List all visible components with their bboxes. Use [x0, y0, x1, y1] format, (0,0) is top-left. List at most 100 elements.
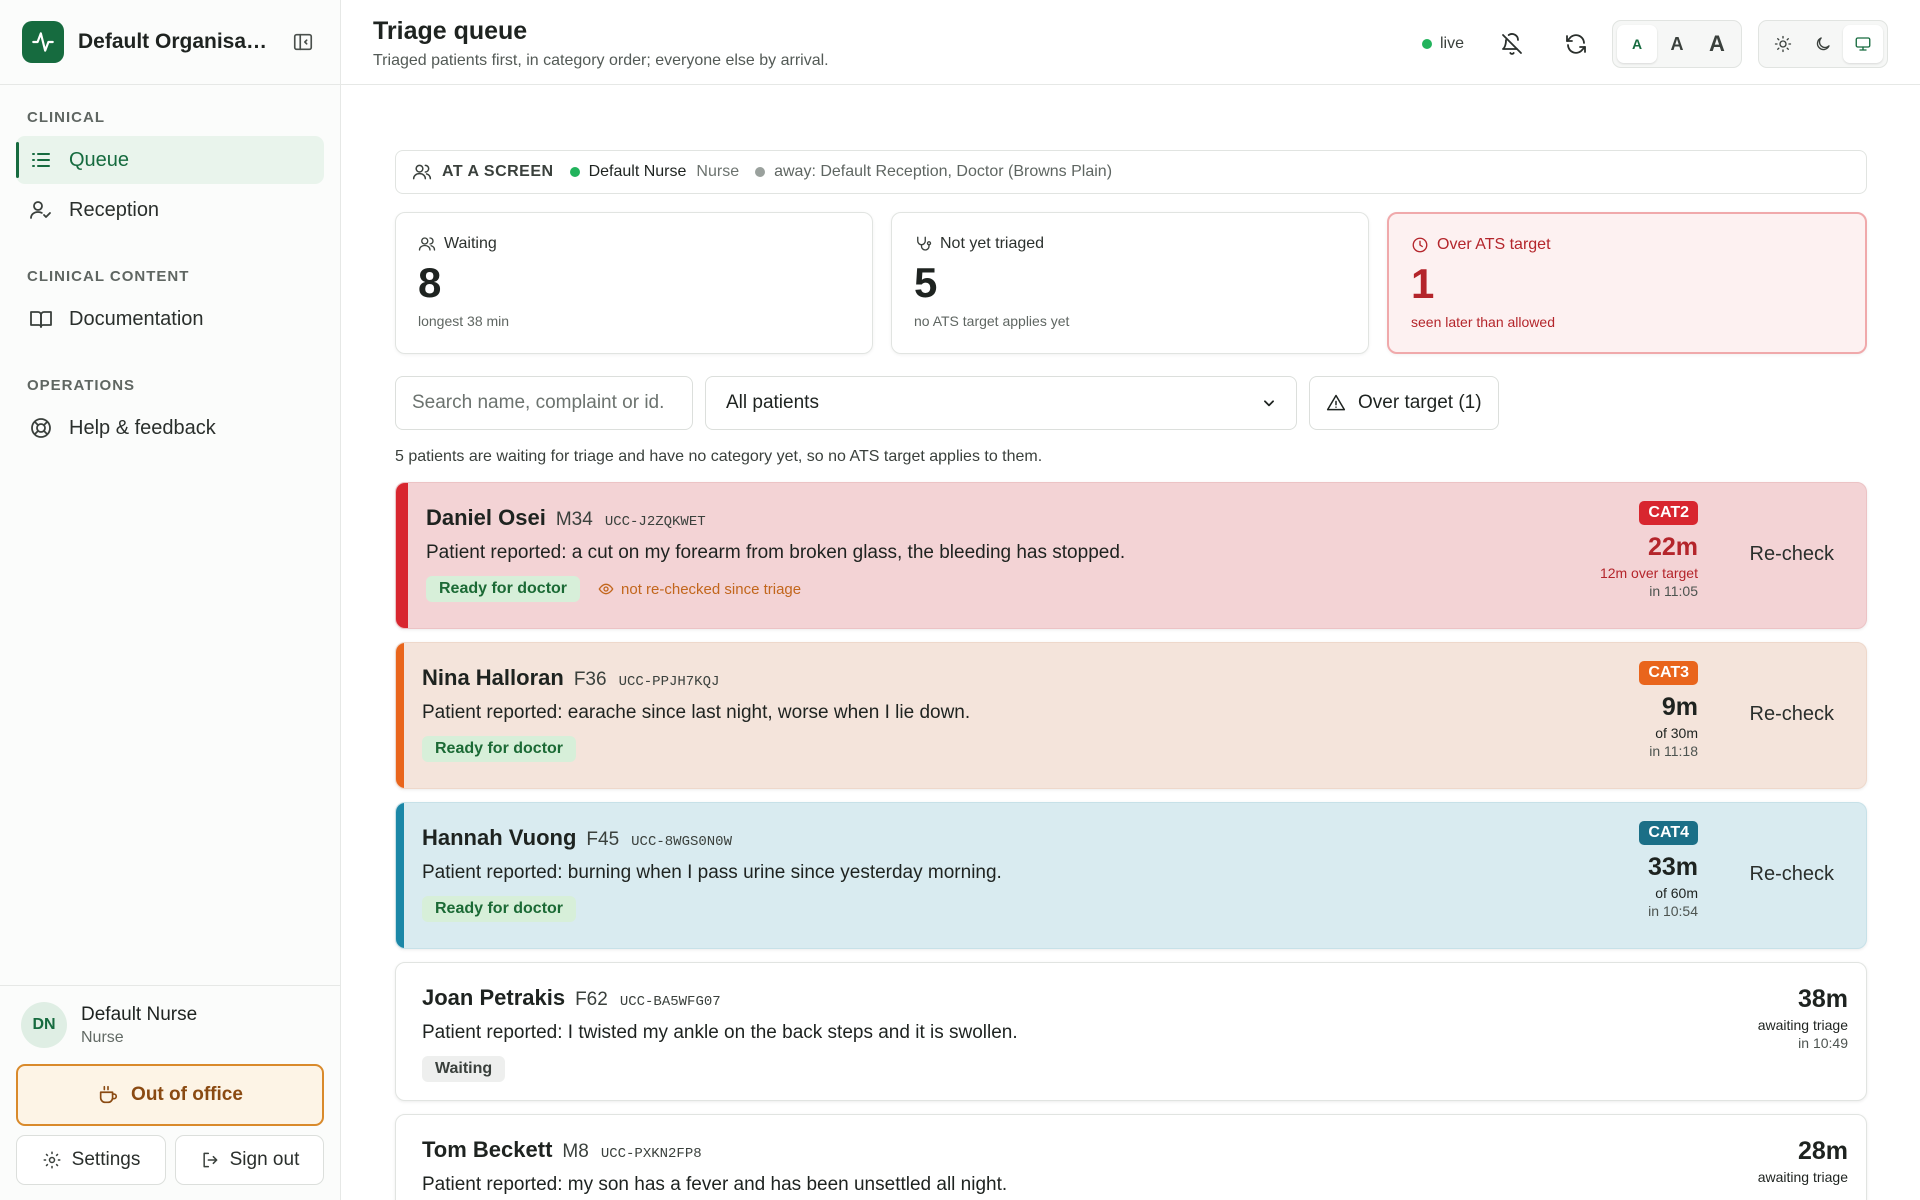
- sidebar-item-label: Help & feedback: [69, 416, 216, 439]
- stat-label: Waiting: [444, 235, 497, 252]
- target-status: awaiting triage: [1757, 1169, 1848, 1185]
- log-out-icon: [200, 1150, 220, 1170]
- at-a-screen-label: AT A SCREEN: [442, 163, 554, 180]
- elapsed-time: 22m: [1647, 533, 1698, 561]
- patient-filter-select[interactable]: All patients: [705, 376, 1297, 430]
- patient-complaint: Patient reported: my son has a fever and…: [422, 1174, 1008, 1195]
- category-stripe: [396, 483, 408, 628]
- sidebar-item-help[interactable]: Help & feedback: [16, 404, 324, 452]
- settings-label: Settings: [71, 1149, 141, 1170]
- over-target-filter-button[interactable]: Over target (1): [1309, 376, 1499, 430]
- sidebar-item-label: Documentation: [69, 307, 204, 330]
- sidebar-item-documentation[interactable]: Documentation: [16, 295, 324, 343]
- user-profile[interactable]: DN Default Nurse Nurse: [16, 1002, 325, 1048]
- live-dot-icon: [1421, 39, 1432, 49]
- text-size-toggle: A A A: [1612, 20, 1742, 68]
- text-size-small[interactable]: A: [1617, 25, 1657, 63]
- recheck-button[interactable]: Re-check: [1750, 543, 1834, 566]
- search-input[interactable]: [395, 376, 693, 430]
- arrival-time: in 11:18: [1649, 743, 1698, 759]
- users-icon: [418, 235, 436, 253]
- stat-value: 1: [1411, 260, 1435, 307]
- elapsed-time: 28m: [1797, 1137, 1848, 1165]
- target-status: 12m over target: [1599, 565, 1698, 581]
- patient-name: Daniel Osei: [426, 505, 546, 530]
- chevron-down-icon: [1262, 396, 1276, 410]
- status-badge: Ready for doctor: [426, 576, 581, 602]
- elapsed-time: 33m: [1647, 853, 1698, 881]
- text-size-medium[interactable]: A: [1657, 25, 1697, 63]
- patient-id: UCC-J2ZQKWET: [604, 514, 706, 530]
- patient-card[interactable]: Nina Halloran F36 UCC-PPJH7KQJ Patient r…: [395, 642, 1867, 789]
- alert-triangle-icon: [1326, 393, 1346, 413]
- sign-out-label: Sign out: [229, 1149, 300, 1170]
- recheck-button[interactable]: Re-check: [1750, 863, 1834, 886]
- untriaged-note: 5 patients are waiting for triage and ha…: [395, 448, 1043, 465]
- patient-complaint: Patient reported: I twisted my ankle on …: [422, 1022, 1018, 1043]
- refresh-icon: [1566, 34, 1586, 54]
- user-role: Nurse: [81, 1028, 124, 1046]
- sidebar-item-queue[interactable]: Queue: [16, 136, 324, 184]
- target-status: of 60m: [1655, 885, 1698, 901]
- out-of-office-label: Out of office: [131, 1084, 243, 1105]
- patient-card[interactable]: Joan Petrakis F62 UCC-BA5WFG07 Patient r…: [395, 962, 1867, 1101]
- out-of-office-button[interactable]: Out of office: [16, 1064, 324, 1126]
- refresh-button[interactable]: [1556, 24, 1596, 64]
- arrival-time: in 11:05: [1649, 583, 1698, 599]
- over-target-label: Over target (1): [1358, 392, 1482, 413]
- patient-complaint: Patient reported: earache since last nig…: [422, 702, 971, 723]
- nav-section-operations: OPERATIONS Help & feedback: [0, 377, 340, 452]
- stethoscope-icon: [914, 235, 932, 253]
- nav-heading: OPERATIONS: [27, 377, 136, 394]
- monitor-icon: [1855, 37, 1871, 51]
- settings-button[interactable]: Settings: [16, 1135, 166, 1185]
- text-size-large[interactable]: A: [1697, 25, 1737, 63]
- dark-theme-button[interactable]: [1803, 25, 1843, 63]
- user-name: Default Nurse: [81, 1003, 198, 1025]
- patient-card[interactable]: Hannah Vuong F45 UCC-8WGS0N0W Patient re…: [395, 802, 1867, 949]
- nav-heading: CLINICAL: [27, 109, 105, 126]
- stats-row: Waiting 8 longest 38 min Not yet triaged…: [395, 212, 1867, 354]
- away-list: away: Default Reception, Doctor (Browns …: [774, 163, 1113, 180]
- sidebar-footer: DN Default Nurse Nurse Out of office Set…: [0, 985, 341, 1200]
- patient-name: Hannah Vuong: [422, 825, 577, 850]
- live-label: live: [1439, 35, 1464, 52]
- stat-over-target: Over ATS target 1 seen later than allowe…: [1387, 212, 1867, 354]
- category-badge: CAT3: [1639, 661, 1698, 685]
- light-theme-button[interactable]: [1763, 25, 1803, 63]
- patient-age-sex: F62: [575, 989, 608, 1010]
- org-name[interactable]: Default Organisation: [78, 30, 268, 54]
- patient-id: UCC-8WGS0N0W: [631, 834, 732, 850]
- patient-age-sex: F36: [573, 669, 607, 690]
- away-dot-icon: [755, 167, 766, 177]
- system-theme-button[interactable]: [1843, 25, 1883, 63]
- recheck-button[interactable]: Re-check: [1750, 703, 1834, 726]
- sidebar-item-label: Queue: [69, 148, 130, 171]
- stat-label: Not yet triaged: [940, 235, 1045, 252]
- patient-card[interactable]: Daniel Osei M34 UCC-J2ZQKWET Patient rep…: [395, 482, 1867, 629]
- sidebar-collapse-icon[interactable]: [288, 27, 318, 57]
- elapsed-time: 38m: [1797, 985, 1848, 1013]
- clock-icon: [1411, 236, 1429, 254]
- stat-value: 8: [418, 259, 442, 306]
- patient-id: UCC-PPJH7KQJ: [618, 674, 720, 690]
- at-a-screen-bar: AT A SCREEN Default Nurse Nurse away: De…: [395, 150, 1867, 194]
- sidebar-item-reception[interactable]: Reception: [16, 186, 324, 234]
- patient-complaint: Patient reported: burning when I pass ur…: [422, 862, 1002, 883]
- gear-icon: [42, 1150, 62, 1170]
- nav-section-clinical-content: CLINICAL CONTENT Documentation: [0, 268, 340, 343]
- patient-name: Tom Beckett: [422, 1137, 553, 1162]
- stat-label: Over ATS target: [1437, 236, 1551, 253]
- category-badge: CAT2: [1639, 501, 1698, 525]
- category-badge: CAT4: [1639, 821, 1698, 845]
- mute-notifications-button[interactable]: [1492, 24, 1532, 64]
- moon-icon: [1816, 37, 1830, 51]
- category-stripe: [396, 803, 404, 948]
- patient-id: UCC-BA5WFG07: [619, 994, 721, 1010]
- patient-card[interactable]: Tom Beckett M8 UCC-PXKN2FP8 Patient repo…: [395, 1114, 1867, 1200]
- coffee-icon: [97, 1084, 119, 1106]
- present-dot-icon: [569, 167, 580, 177]
- stat-not-triaged: Not yet triaged 5 no ATS target applies …: [891, 212, 1369, 354]
- sign-out-button[interactable]: Sign out: [175, 1135, 324, 1185]
- theme-toggle: [1758, 20, 1888, 68]
